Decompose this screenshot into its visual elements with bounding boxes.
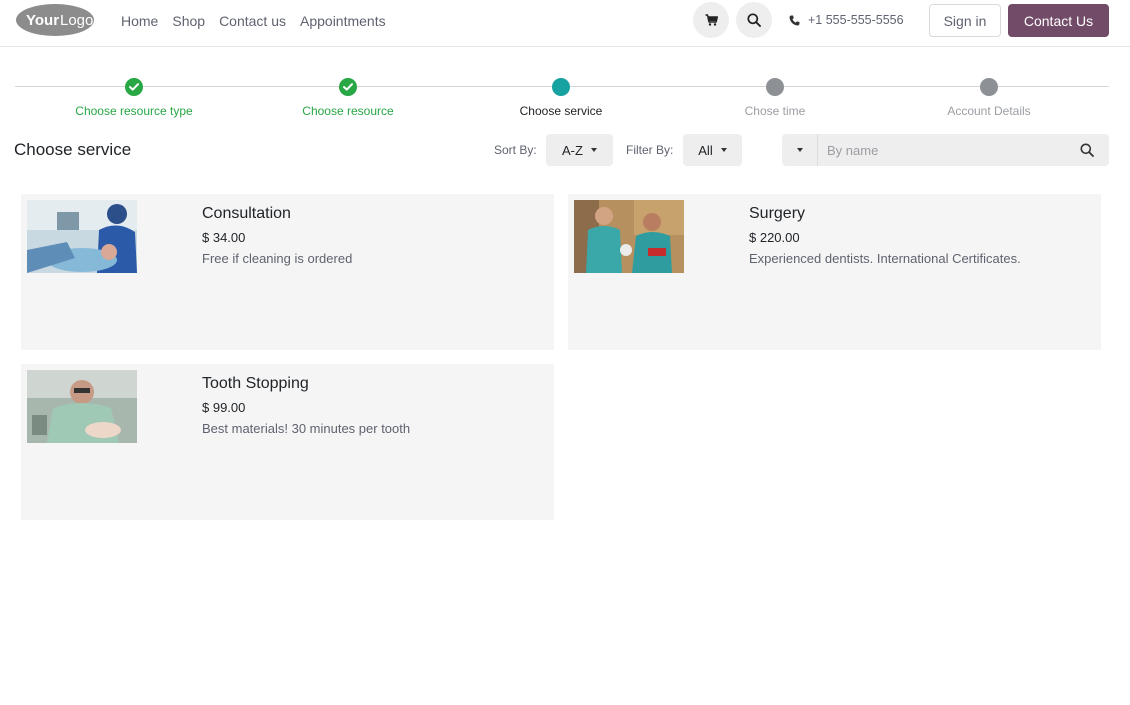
check-icon bbox=[125, 78, 143, 96]
filter-label: Filter By: bbox=[626, 143, 674, 157]
step-time: Chose time bbox=[675, 76, 875, 118]
nav-home[interactable]: Home bbox=[121, 13, 158, 29]
search-icon bbox=[747, 13, 761, 27]
step-label: Account Details bbox=[947, 104, 1031, 118]
service-description: Experienced dentists. International Cert… bbox=[749, 251, 1021, 266]
page-title: Choose service bbox=[14, 140, 132, 159]
nav-appointments[interactable]: Appointments bbox=[300, 13, 386, 29]
search-submit-button[interactable] bbox=[1065, 134, 1109, 166]
search-icon bbox=[1080, 143, 1094, 157]
phone-icon bbox=[789, 15, 800, 25]
step-label: Choose resource type bbox=[75, 104, 193, 118]
step-label: Chose time bbox=[744, 104, 806, 118]
service-image bbox=[27, 370, 137, 443]
caret-down-icon bbox=[590, 148, 597, 152]
step-service: Choose service bbox=[461, 76, 661, 118]
service-image bbox=[574, 200, 684, 273]
current-step-dot bbox=[552, 78, 570, 96]
service-price: $ 34.00 bbox=[202, 230, 246, 245]
service-price: $ 220.00 bbox=[749, 230, 800, 245]
service-card-surgery[interactable]: Surgery $ 220.00 Experienced dentists. I… bbox=[568, 194, 1101, 350]
service-name: Consultation bbox=[202, 205, 291, 222]
cart-icon bbox=[705, 14, 718, 26]
nav-shop[interactable]: Shop bbox=[172, 13, 205, 29]
service-name: Surgery bbox=[749, 205, 806, 222]
main-nav: Home Shop Contact us Appointments bbox=[121, 0, 386, 41]
phone-number: +1 555-555-5556 bbox=[808, 13, 904, 27]
service-image bbox=[27, 200, 137, 273]
site-header: Your Logo Home Shop Contact us Appointme… bbox=[0, 0, 1130, 47]
service-search bbox=[782, 134, 1109, 166]
sort-dropdown[interactable]: A-Z bbox=[546, 134, 613, 166]
service-name: Tooth Stopping bbox=[202, 375, 309, 392]
step-label: Choose resource bbox=[302, 104, 394, 118]
caret-down-icon bbox=[796, 148, 803, 152]
logo[interactable]: Your Logo bbox=[15, 3, 95, 37]
sort-label: Sort By: bbox=[494, 143, 537, 157]
logo-your-text: Your bbox=[26, 12, 59, 29]
header-search-button[interactable] bbox=[736, 2, 772, 38]
booking-progress: Choose resource type Choose resource Cho… bbox=[15, 76, 1109, 120]
service-price: $ 99.00 bbox=[202, 400, 246, 415]
filter-dropdown[interactable]: All bbox=[683, 134, 742, 166]
sign-in-button[interactable]: Sign in bbox=[929, 4, 1001, 37]
check-icon bbox=[339, 78, 357, 96]
phone-contact[interactable]: +1 555-555-5556 bbox=[789, 13, 904, 27]
search-input[interactable] bbox=[818, 134, 1065, 166]
service-card-tooth-stopping[interactable]: Tooth Stopping $ 99.00 Best materials! 3… bbox=[21, 364, 554, 520]
step-resource[interactable]: Choose resource bbox=[248, 76, 448, 118]
contact-us-button[interactable]: Contact Us bbox=[1008, 4, 1109, 37]
nav-contact-us[interactable]: Contact us bbox=[219, 13, 286, 29]
search-options-dropdown[interactable] bbox=[782, 134, 818, 166]
service-card-consultation[interactable]: Consultation $ 34.00 Free if cleaning is… bbox=[21, 194, 554, 350]
cart-button[interactable] bbox=[693, 2, 729, 38]
sort-value: A-Z bbox=[562, 142, 583, 158]
step-account-details: Account Details bbox=[889, 76, 1089, 118]
caret-down-icon bbox=[720, 148, 727, 152]
pending-step-dot bbox=[980, 78, 998, 96]
logo-logo-text: Logo bbox=[60, 12, 93, 29]
filter-value: All bbox=[698, 142, 713, 158]
service-description: Best materials! 30 minutes per tooth bbox=[202, 421, 411, 436]
pending-step-dot bbox=[766, 78, 784, 96]
step-label: Choose service bbox=[519, 104, 603, 118]
step-resource-type[interactable]: Choose resource type bbox=[34, 76, 234, 118]
service-description: Free if cleaning is ordered bbox=[202, 251, 353, 266]
